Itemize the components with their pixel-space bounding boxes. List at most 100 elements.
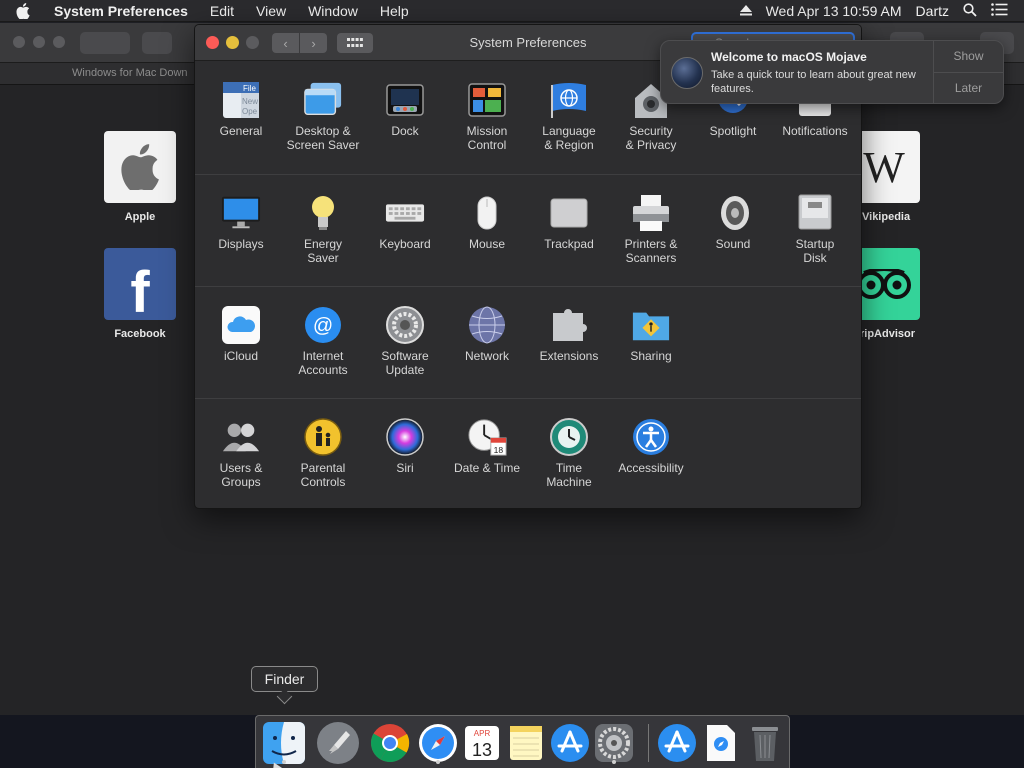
calendar-month: APR bbox=[474, 729, 491, 738]
desktop-screensaver-icon bbox=[303, 80, 343, 120]
pref-date-time[interactable]: 18 Date & Time bbox=[447, 399, 527, 508]
spotlight-search-icon[interactable] bbox=[963, 2, 977, 20]
pref-displays[interactable]: Displays bbox=[201, 175, 281, 287]
favorite-label: Facebook bbox=[114, 328, 166, 340]
menu-edit[interactable]: Edit bbox=[199, 3, 245, 19]
network-icon bbox=[467, 305, 507, 345]
pref-printers-scanners[interactable]: Printers & Scanners bbox=[611, 175, 691, 287]
displays-icon bbox=[221, 193, 261, 233]
calendar-day: 13 bbox=[472, 740, 492, 760]
pref-sharing[interactable]: Sharing bbox=[611, 287, 691, 399]
pref-label: Date & Time bbox=[453, 461, 521, 475]
pref-users-groups[interactable]: Users & Groups bbox=[201, 399, 281, 508]
trash-icon[interactable] bbox=[743, 721, 787, 765]
safari-zoom-light[interactable] bbox=[53, 36, 65, 48]
pref-time-machine[interactable]: Time Machine bbox=[529, 399, 609, 508]
icloud-icon bbox=[221, 305, 261, 345]
internet-accounts-icon: @ bbox=[303, 305, 343, 345]
menu-view[interactable]: View bbox=[245, 3, 297, 19]
pref-label: Software Update bbox=[381, 349, 429, 377]
notification-center-icon[interactable] bbox=[991, 3, 1008, 19]
pref-label: Dock bbox=[391, 124, 419, 138]
notification-show-button[interactable]: Show bbox=[934, 41, 1003, 72]
pref-trackpad[interactable]: Trackpad bbox=[529, 175, 609, 287]
pref-network[interactable]: Network bbox=[447, 287, 527, 399]
apple-logo-icon bbox=[104, 131, 176, 203]
pref-extensions[interactable]: Extensions bbox=[529, 287, 609, 399]
apple-menu-icon[interactable] bbox=[0, 2, 46, 19]
pref-label: Keyboard bbox=[379, 237, 431, 251]
printers-scanners-icon bbox=[631, 193, 671, 233]
menu-bar-extras: Wed Apr 13 10:59 AM Dartz bbox=[739, 0, 1024, 22]
back-button[interactable]: ‹ bbox=[272, 33, 299, 53]
pref-parental-controls[interactable]: Parental Controls bbox=[283, 399, 363, 508]
pref-dock[interactable]: Dock bbox=[365, 62, 445, 174]
safari-minimize-light[interactable] bbox=[33, 36, 45, 48]
trackpad-icon bbox=[549, 193, 589, 233]
pref-internet-accounts[interactable]: @ Internet Accounts bbox=[283, 287, 363, 399]
menu-window[interactable]: Window bbox=[297, 3, 369, 19]
pref-label: Internet Accounts bbox=[298, 349, 348, 377]
menu-user-name[interactable]: Dartz bbox=[916, 3, 949, 19]
time-machine-icon bbox=[549, 417, 589, 457]
pref-mouse[interactable]: Mouse bbox=[447, 175, 527, 287]
notification-later-button[interactable]: Later bbox=[934, 72, 1003, 103]
svg-text:Ope: Ope bbox=[242, 107, 258, 116]
dock-separator bbox=[648, 724, 649, 762]
pref-energy-saver[interactable]: Energy Saver bbox=[283, 175, 363, 287]
facebook-logo-icon: f bbox=[104, 248, 176, 325]
favorite-apple[interactable]: Apple bbox=[95, 131, 185, 223]
menu-clock[interactable]: Wed Apr 13 10:59 AM bbox=[766, 3, 902, 19]
pref-label: Accessibility bbox=[618, 461, 684, 475]
pref-label: Users & Groups bbox=[219, 461, 263, 489]
pref-keyboard[interactable]: Keyboard bbox=[365, 175, 445, 287]
pref-language-region[interactable]: Language & Region bbox=[529, 62, 609, 174]
software-update-icon bbox=[385, 305, 425, 345]
pref-label: General bbox=[219, 124, 263, 138]
chrome-icon[interactable] bbox=[368, 721, 412, 765]
zoom-button[interactable] bbox=[246, 36, 259, 49]
finder-icon[interactable] bbox=[262, 721, 306, 765]
pref-label: iCloud bbox=[223, 349, 259, 363]
svg-text:18: 18 bbox=[494, 445, 504, 455]
date-time-icon: 18 bbox=[467, 417, 507, 457]
pref-icloud[interactable]: iCloud bbox=[201, 287, 281, 399]
pref-desktop-screen-saver[interactable]: Desktop & Screen Saver bbox=[283, 62, 363, 174]
pref-software-update[interactable]: Software Update bbox=[365, 287, 445, 399]
app-menu-system-preferences[interactable]: System Preferences bbox=[46, 3, 199, 19]
show-all-grid-button[interactable] bbox=[337, 33, 373, 53]
menu-help[interactable]: Help bbox=[369, 3, 420, 19]
notification-title: Welcome to macOS Mojave bbox=[711, 50, 867, 64]
pref-label: Mouse bbox=[468, 237, 506, 251]
accessibility-icon bbox=[631, 417, 671, 457]
calendar-icon[interactable]: APR 13 bbox=[460, 721, 504, 765]
launchpad-icon[interactable] bbox=[316, 721, 360, 765]
safari-back-forward[interactable] bbox=[80, 32, 130, 54]
pref-mission-control[interactable]: Mission Control bbox=[447, 62, 527, 174]
minimize-button[interactable] bbox=[226, 36, 239, 49]
pref-label: Mission Control bbox=[466, 124, 508, 152]
favorite-facebook[interactable]: f Facebook bbox=[95, 248, 185, 340]
mojave-welcome-notification[interactable]: Welcome to macOS Mojave Take a quick tou… bbox=[660, 40, 1004, 104]
pref-label: Sound bbox=[715, 237, 751, 251]
app-store-downloads-icon[interactable] bbox=[655, 721, 699, 765]
pref-sound[interactable]: Sound bbox=[693, 175, 773, 287]
app-store-icon[interactable] bbox=[548, 721, 592, 765]
safari-icon[interactable] bbox=[416, 721, 460, 765]
downloads-stack-icon[interactable] bbox=[699, 721, 743, 765]
pref-accessibility[interactable]: Accessibility bbox=[611, 399, 691, 508]
safari-sidebar-button[interactable] bbox=[142, 32, 172, 54]
pref-general[interactable]: File New Ope General bbox=[201, 62, 281, 174]
notes-icon[interactable] bbox=[504, 721, 548, 765]
safari-close-light[interactable] bbox=[13, 36, 25, 48]
pref-label: Printers & Scanners bbox=[624, 237, 678, 265]
system-preferences-icon[interactable] bbox=[592, 721, 636, 765]
favorite-label: Apple bbox=[124, 211, 156, 223]
pref-startup-disk[interactable]: Startup Disk bbox=[775, 175, 855, 287]
pref-label: Security & Privacy bbox=[625, 124, 677, 152]
forward-button[interactable]: › bbox=[300, 33, 327, 53]
pref-siri[interactable]: Siri bbox=[365, 399, 445, 508]
close-button[interactable] bbox=[206, 36, 219, 49]
eject-icon[interactable] bbox=[739, 3, 752, 19]
sharing-icon bbox=[631, 305, 671, 345]
